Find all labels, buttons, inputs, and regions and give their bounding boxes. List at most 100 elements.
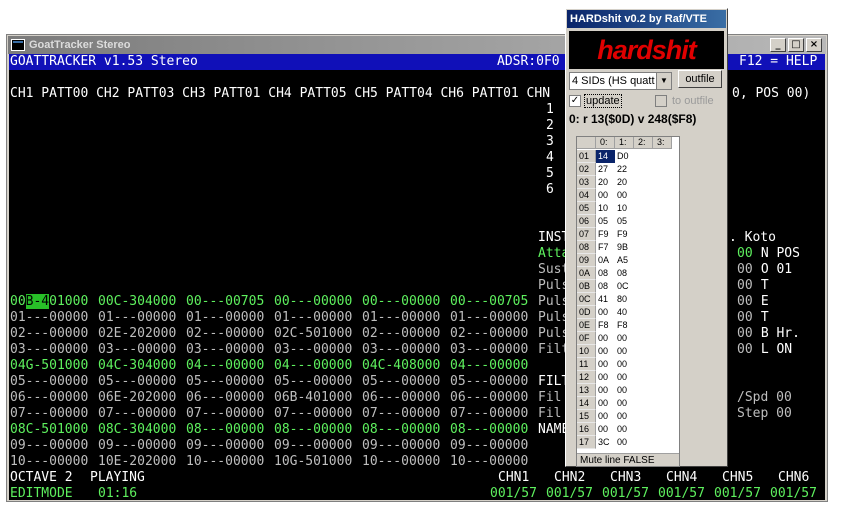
register-value-cell[interactable]: 80	[615, 293, 634, 306]
register-value-cell[interactable]: 3C	[596, 436, 615, 449]
hardshit-titlebar[interactable]: HARDshit v0.2 by Raf/VTE	[567, 10, 726, 28]
register-value-cell[interactable]: 00	[615, 371, 634, 384]
register-row[interactable]: 12 00 00	[577, 371, 672, 384]
register-value-cell[interactable]	[634, 319, 653, 332]
register-value-cell[interactable]	[634, 163, 653, 176]
pattern-cell[interactable]: 10---00000	[450, 454, 528, 470]
register-value-cell[interactable]: F8	[615, 319, 634, 332]
register-value-cell[interactable]	[634, 332, 653, 345]
pattern-cell[interactable]: 08C-501000	[10, 422, 88, 438]
register-row[interactable]: 0D 00 40	[577, 306, 672, 319]
register-value-cell[interactable]: F9	[615, 228, 634, 241]
register-row[interactable]: 08 F7 9B	[577, 241, 672, 254]
pattern-cell[interactable]: 07---00000	[10, 406, 88, 422]
register-value-cell[interactable]	[653, 176, 672, 189]
to-outfile-checkbox[interactable]	[655, 95, 667, 107]
instrument-param-value[interactable]: 00	[737, 262, 753, 278]
close-button[interactable]: ×	[806, 38, 822, 52]
pattern-cell[interactable]: 01---00000	[450, 310, 528, 326]
pattern-cell[interactable]: 05---00000	[274, 374, 352, 390]
register-value-cell[interactable]: 10	[596, 202, 615, 215]
pattern-cell[interactable]: 02---00000	[10, 326, 88, 342]
register-value-cell[interactable]	[634, 306, 653, 319]
pattern-cell[interactable]: 10---00000	[10, 454, 88, 470]
register-value-cell[interactable]	[634, 215, 653, 228]
register-value-cell[interactable]	[653, 254, 672, 267]
register-value-cell[interactable]: 00	[596, 423, 615, 436]
register-row[interactable]: 17 3C 00	[577, 436, 672, 449]
register-row[interactable]: 06 05 05	[577, 215, 672, 228]
register-value-cell[interactable]: 05	[596, 215, 615, 228]
register-value-cell[interactable]	[634, 371, 653, 384]
pattern-cell[interactable]: 06---00000	[10, 390, 88, 406]
pattern-cell[interactable]: 08---00000	[362, 422, 440, 438]
instrument-param-value[interactable]: 00	[737, 310, 753, 326]
pattern-cell[interactable]: 07---00000	[98, 406, 176, 422]
sid-mode-select[interactable]: 4 SIDs (HS quatt ▼	[569, 72, 672, 90]
register-value-cell[interactable]: 08	[615, 267, 634, 280]
register-value-cell[interactable]: 00	[615, 397, 634, 410]
register-value-cell[interactable]: 00	[615, 332, 634, 345]
pattern-cell[interactable]: 01---00000	[362, 310, 440, 326]
register-value-cell[interactable]	[653, 371, 672, 384]
pattern-cell[interactable]: 05---00000	[362, 374, 440, 390]
filter-param-value[interactable]: /Spd 00	[737, 390, 792, 406]
register-value-cell[interactable]: 20	[615, 176, 634, 189]
register-row[interactable]: 16 00 00	[577, 423, 672, 436]
register-value-cell[interactable]: 00	[596, 189, 615, 202]
register-value-cell[interactable]: F8	[596, 319, 615, 332]
register-value-cell[interactable]	[634, 254, 653, 267]
pattern-cell[interactable]: 07---00000	[186, 406, 264, 422]
pattern-cell[interactable]: 04G-501000	[10, 358, 88, 374]
register-value-cell[interactable]: 00	[596, 384, 615, 397]
pattern-cell[interactable]: 05---00000	[186, 374, 264, 390]
pattern-cell[interactable]: 00---00000	[362, 294, 440, 310]
pattern-cell[interactable]: 03---00000	[98, 342, 176, 358]
pattern-cell[interactable]: 05---00000	[10, 374, 88, 390]
register-value-cell[interactable]	[634, 228, 653, 241]
register-value-cell[interactable]	[634, 280, 653, 293]
pattern-cell[interactable]: 00C-304000	[98, 294, 176, 310]
instrument-param-value[interactable]: 00	[737, 326, 753, 342]
register-value-cell[interactable]: A5	[615, 254, 634, 267]
register-value-cell[interactable]: 00	[596, 358, 615, 371]
register-row[interactable]: 11 00 00	[577, 358, 672, 371]
pattern-cell[interactable]: 02---00000	[186, 326, 264, 342]
pattern-cell[interactable]: 03---00000	[186, 342, 264, 358]
register-value-cell[interactable]: D0	[615, 150, 634, 163]
pattern-cell[interactable]: 02C-501000	[274, 326, 352, 342]
pattern-cell[interactable]: 10---00000	[362, 454, 440, 470]
register-value-cell[interactable]: 08	[596, 267, 615, 280]
pattern-cell[interactable]: 07---00000	[362, 406, 440, 422]
register-row[interactable]: 09 0A A5	[577, 254, 672, 267]
pattern-cell[interactable]: 08---00000	[274, 422, 352, 438]
register-value-cell[interactable]: 20	[596, 176, 615, 189]
register-value-cell[interactable]: 00	[596, 410, 615, 423]
maximize-button[interactable]: □	[788, 38, 804, 52]
update-checkbox[interactable]: ✓	[569, 95, 581, 107]
register-value-cell[interactable]: 00	[596, 306, 615, 319]
register-value-cell[interactable]: 00	[615, 423, 634, 436]
register-value-cell[interactable]: 00	[615, 345, 634, 358]
register-value-cell[interactable]	[653, 410, 672, 423]
pattern-cell[interactable]: 03---00000	[274, 342, 352, 358]
minimize-button[interactable]: _	[770, 38, 786, 52]
pattern-cell[interactable]: 02---00000	[450, 326, 528, 342]
register-value-cell[interactable]	[653, 306, 672, 319]
register-value-cell[interactable]	[634, 293, 653, 306]
register-value-cell[interactable]	[653, 423, 672, 436]
pattern-cell[interactable]: 04C-408000	[362, 358, 440, 374]
chevron-down-icon[interactable]: ▼	[656, 73, 671, 89]
pattern-cell[interactable]: 05---00000	[98, 374, 176, 390]
register-value-cell[interactable]: 41	[596, 293, 615, 306]
register-value-cell[interactable]	[653, 319, 672, 332]
register-row[interactable]: 10 00 00	[577, 345, 672, 358]
register-value-cell[interactable]	[634, 189, 653, 202]
pattern-cell[interactable]: 01---00000	[98, 310, 176, 326]
register-row[interactable]: 0E F8 F8	[577, 319, 672, 332]
instrument-param-value[interactable]: 00	[737, 246, 753, 262]
register-value-cell[interactable]	[634, 345, 653, 358]
register-value-cell[interactable]	[653, 358, 672, 371]
pattern-cell[interactable]: 07---00000	[274, 406, 352, 422]
register-row[interactable]: 15 00 00	[577, 410, 672, 423]
